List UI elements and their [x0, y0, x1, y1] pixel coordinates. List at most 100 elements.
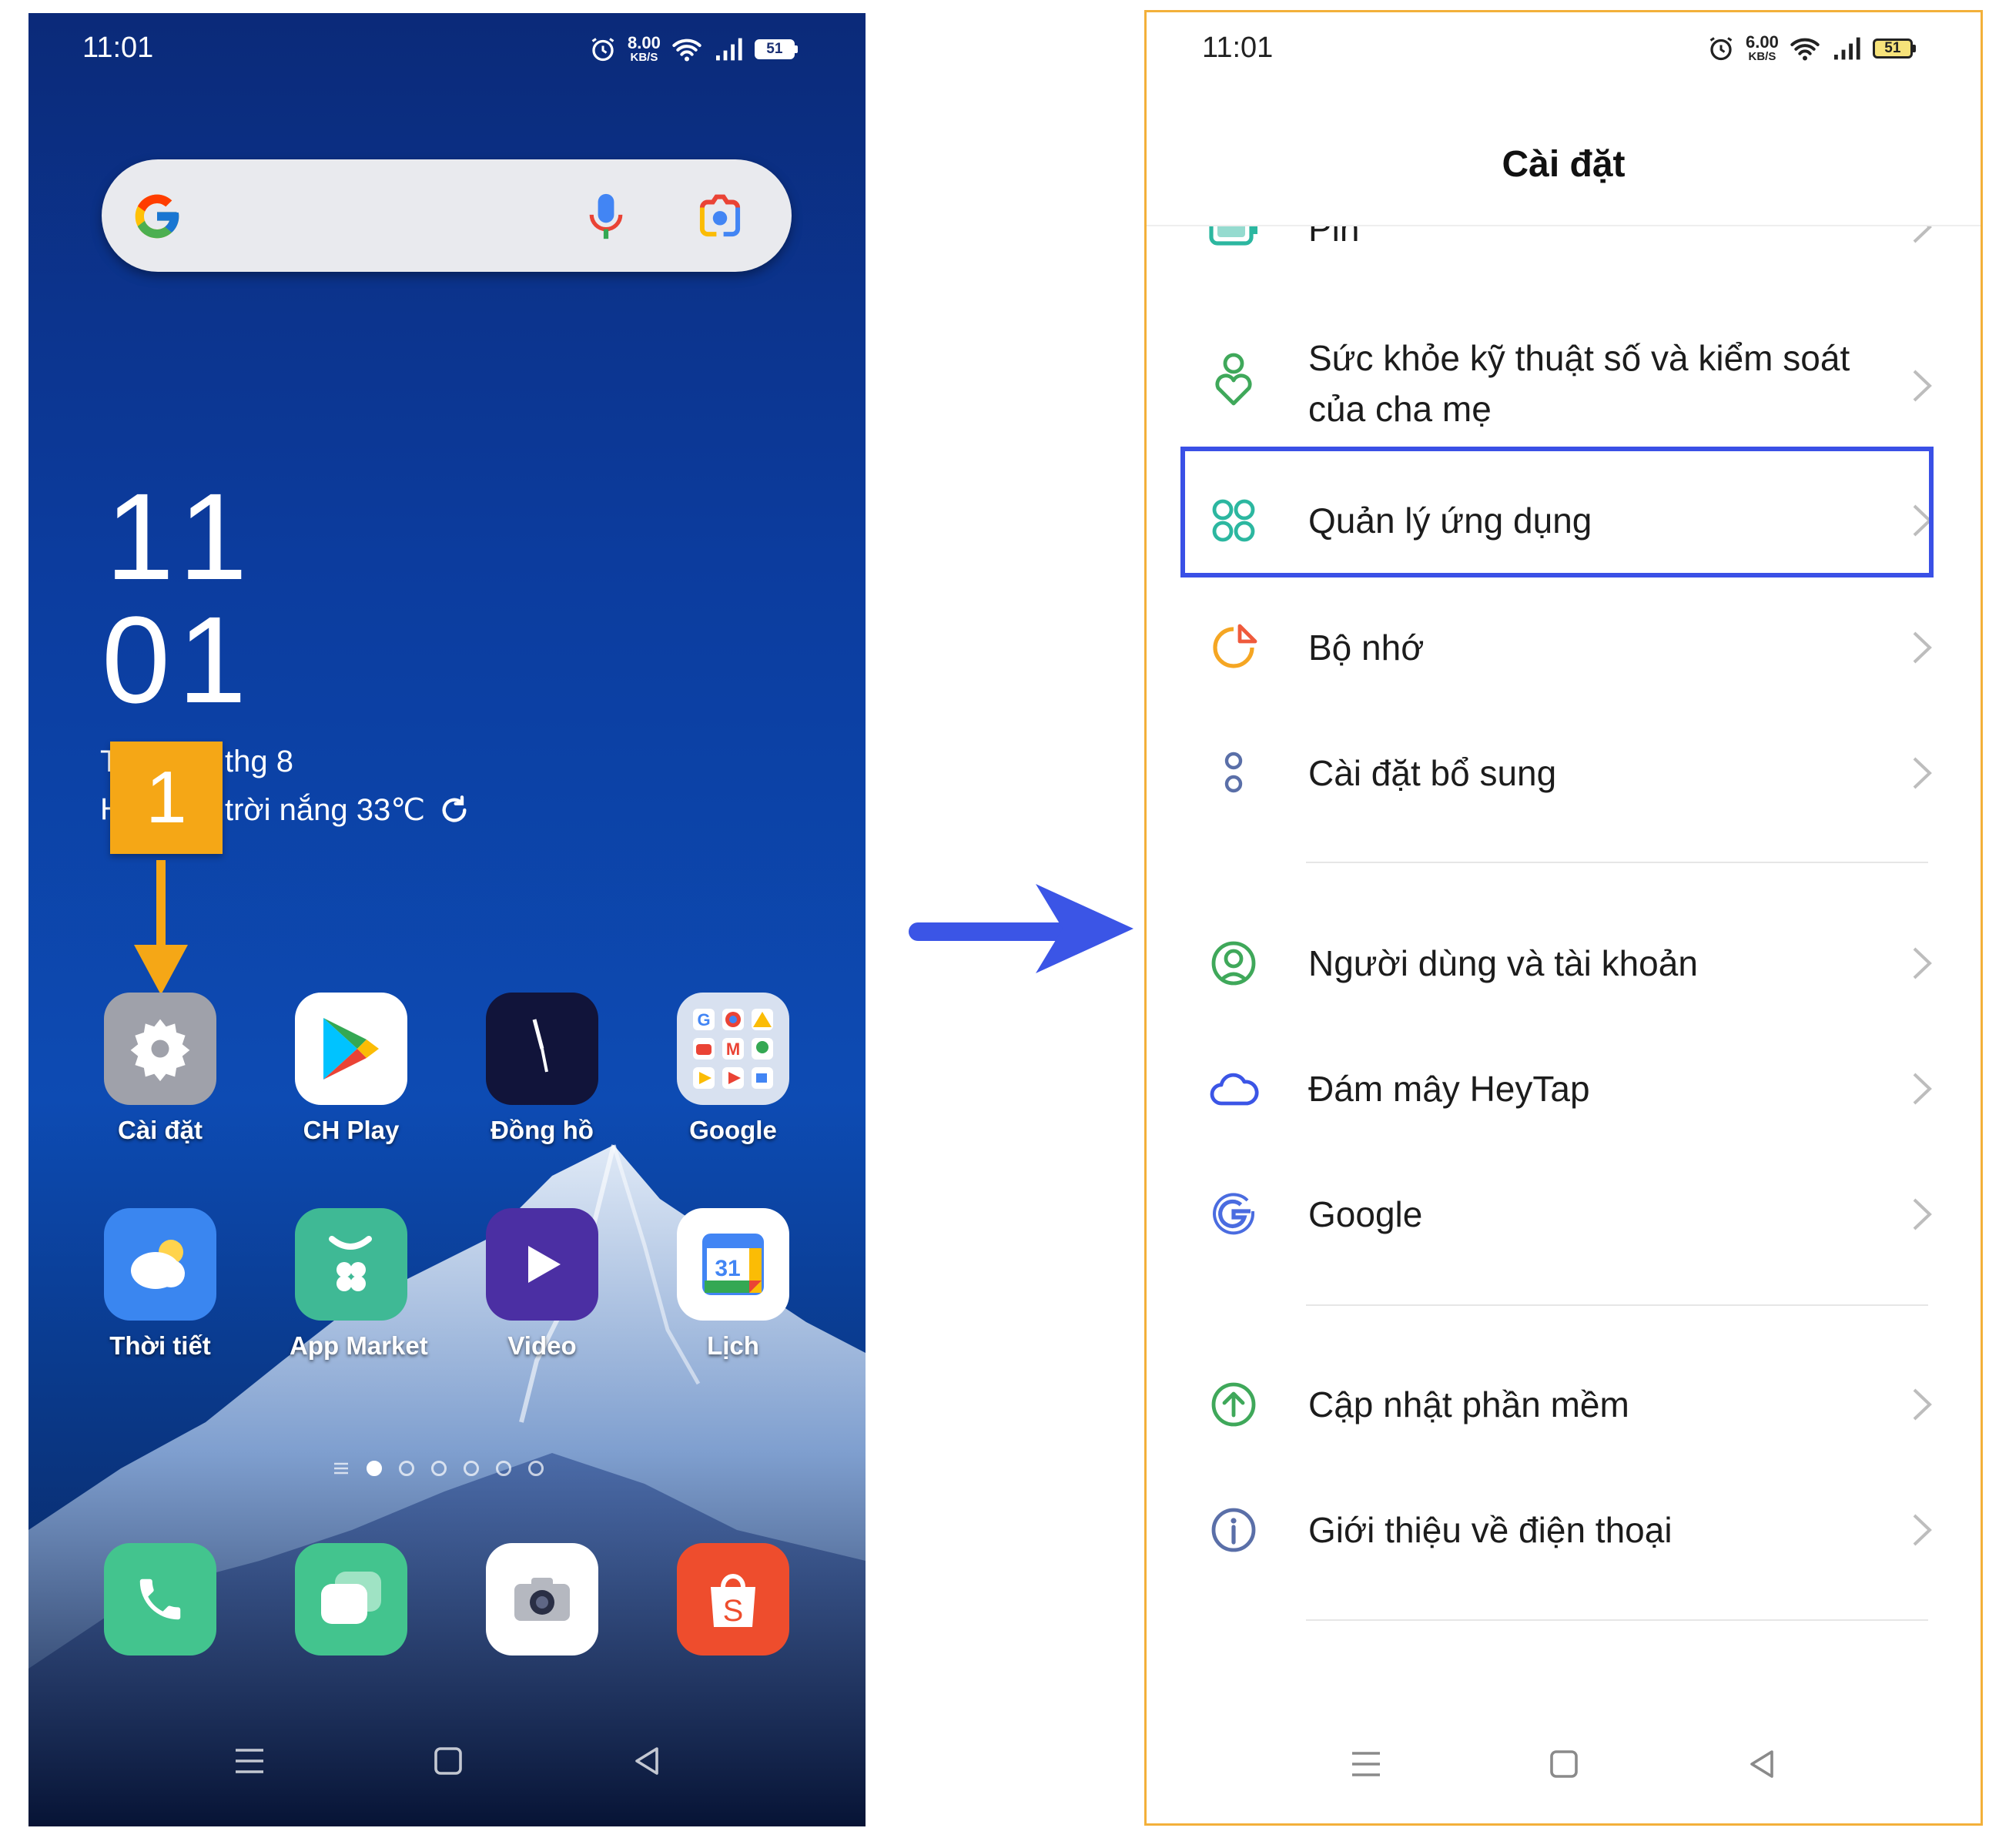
wifi-icon	[1790, 38, 1820, 60]
chevron-right-icon	[1913, 1388, 1932, 1421]
software-update-icon	[1207, 1378, 1261, 1431]
shopee-icon[interactable]: S	[677, 1543, 789, 1656]
battery-indicator: 51	[1872, 38, 1916, 59]
app-ch-play[interactable]: CH Play	[290, 993, 413, 1145]
settings-item-label-line1: Sức khỏe kỹ thuật số và kiểm soát	[1308, 338, 1850, 378]
page-dot	[431, 1461, 447, 1476]
chevron-right-icon	[1913, 1514, 1932, 1546]
chevron-right-icon	[1913, 226, 1932, 243]
svg-text:31: 31	[715, 1256, 740, 1281]
weather-widget[interactable]: trời nắng 33℃	[225, 792, 470, 828]
home-screen: 11:01 8.00 KB/S 51 11 01 thg 8 trời nắng…	[28, 13, 866, 1826]
google-folder-icon: G M	[677, 993, 789, 1105]
page-dot	[496, 1461, 511, 1476]
weather-icon	[104, 1208, 216, 1321]
messages-icon[interactable]	[295, 1543, 407, 1656]
google-search-widget[interactable]	[102, 159, 792, 272]
settings-item-software-update[interactable]: Cập nhật phần mềm	[1147, 1343, 1981, 1466]
app-app-market[interactable]: App Market	[290, 1208, 428, 1361]
status-time: 11:01	[82, 32, 154, 64]
cloud-icon	[1207, 1062, 1261, 1116]
google-g-icon	[1207, 1187, 1261, 1241]
back-nav-icon[interactable]	[624, 1738, 671, 1784]
page-dot	[464, 1461, 479, 1476]
mic-icon[interactable]	[587, 190, 625, 243]
battery-icon	[1207, 226, 1261, 257]
about-phone-icon	[1207, 1503, 1261, 1557]
app-weather[interactable]: Thời tiết	[99, 1208, 222, 1361]
signal-icon	[1833, 37, 1860, 59]
settings-item-heytap-cloud[interactable]: Đám mây HeyTap	[1147, 1027, 1981, 1150]
settings-item-label-line2: của cha mẹ	[1308, 389, 1492, 429]
page-dot-active	[367, 1461, 382, 1476]
svg-text:G: G	[697, 1010, 710, 1029]
wifi-icon	[672, 38, 701, 61]
clock-icon	[486, 993, 598, 1105]
home-navigation-bar	[28, 1738, 866, 1799]
step-number-badge: 1	[110, 742, 223, 854]
section-divider	[1306, 862, 1928, 863]
settings-item-label: Bộ nhớ	[1308, 628, 1425, 668]
menu-nav-icon[interactable]	[226, 1738, 273, 1784]
settings-item-label: Giới thiệu về điện thoại	[1308, 1510, 1673, 1550]
settings-gear-icon	[104, 993, 216, 1105]
page-list-icon	[334, 1462, 348, 1475]
play-store-icon	[295, 993, 407, 1105]
chevron-right-icon	[1913, 1198, 1932, 1230]
settings-item-label: Google	[1308, 1194, 1423, 1234]
settings-item-storage[interactable]: Bộ nhớ	[1147, 586, 1981, 709]
settings-item-google[interactable]: Google	[1147, 1153, 1981, 1276]
chevron-right-icon	[1913, 1073, 1932, 1105]
menu-nav-icon[interactable]	[1343, 1741, 1389, 1787]
page-indicator[interactable]	[333, 1461, 544, 1476]
settings-item-additional[interactable]: Cài đặt bổ sung	[1147, 711, 1981, 835]
settings-item-about-phone[interactable]: Giới thiệu về điện thoại	[1147, 1468, 1981, 1592]
home-status-bar: 11:01 8.00 KB/S 51	[28, 13, 866, 82]
alarm-icon	[591, 37, 614, 61]
google-lens-icon[interactable]	[695, 193, 745, 239]
clock-minute[interactable]: 01	[102, 598, 254, 721]
settings-item-label: Pin	[1308, 226, 1360, 249]
highlight-box	[1180, 447, 1934, 578]
app-calendar[interactable]: 31 Lịch	[671, 1208, 795, 1361]
video-play-icon	[486, 1208, 598, 1321]
settings-item-label: Cài đặt bổ sung	[1308, 753, 1557, 793]
additional-settings-icon	[1207, 746, 1261, 800]
digital-wellbeing-icon	[1207, 353, 1261, 407]
signal-icon	[715, 38, 742, 60]
date-text: thg 8	[225, 745, 293, 778]
alarm-icon	[1709, 36, 1733, 60]
status-icons: 8.00 KB/S 51	[589, 35, 798, 63]
app-settings[interactable]: Cài đặt	[99, 993, 222, 1145]
chevron-right-icon	[1913, 947, 1932, 979]
step-down-arrow-icon	[134, 860, 188, 995]
chevron-right-icon	[1913, 370, 1932, 402]
refresh-icon[interactable]	[439, 795, 470, 825]
settings-item-digital-wellbeing[interactable]: Sức khỏe kỹ thuật số và kiểm soát của ch…	[1147, 320, 1981, 451]
storage-pie-icon	[1207, 621, 1261, 675]
home-nav-icon[interactable]	[425, 1738, 471, 1784]
settings-item-battery[interactable]: Pin	[1147, 226, 1981, 273]
battery-indicator: 51	[754, 38, 798, 59]
page-dot	[528, 1461, 544, 1476]
app-video[interactable]: Video	[480, 1208, 604, 1361]
svg-text:M: M	[726, 1040, 740, 1059]
phone-icon[interactable]	[104, 1543, 216, 1656]
status-time: 11:01	[1202, 32, 1274, 64]
transition-arrow-icon	[909, 884, 1133, 973]
app-market-icon	[295, 1208, 407, 1321]
home-nav-icon[interactable]	[1541, 1741, 1587, 1787]
page-dot	[399, 1461, 414, 1476]
users-accounts-icon	[1207, 936, 1261, 990]
settings-item-label: Cập nhật phần mềm	[1308, 1384, 1629, 1424]
back-nav-icon[interactable]	[1739, 1741, 1786, 1787]
section-divider	[1306, 1304, 1928, 1306]
clock-hour[interactable]: 11	[105, 475, 261, 598]
chevron-right-icon	[1913, 757, 1932, 789]
settings-item-users-accounts[interactable]: Người dùng và tài khoản	[1147, 902, 1981, 1025]
camera-icon[interactable]	[486, 1543, 598, 1656]
network-speed: 8.00 KB/S	[628, 33, 661, 64]
app-google-folder[interactable]: G M Google	[671, 993, 795, 1145]
app-clock[interactable]: Đồng hồ	[480, 993, 604, 1145]
settings-screen: 11:01 6.00 KB/S 51 Cài đặt Pin Sức khỏe …	[1144, 10, 1983, 1826]
